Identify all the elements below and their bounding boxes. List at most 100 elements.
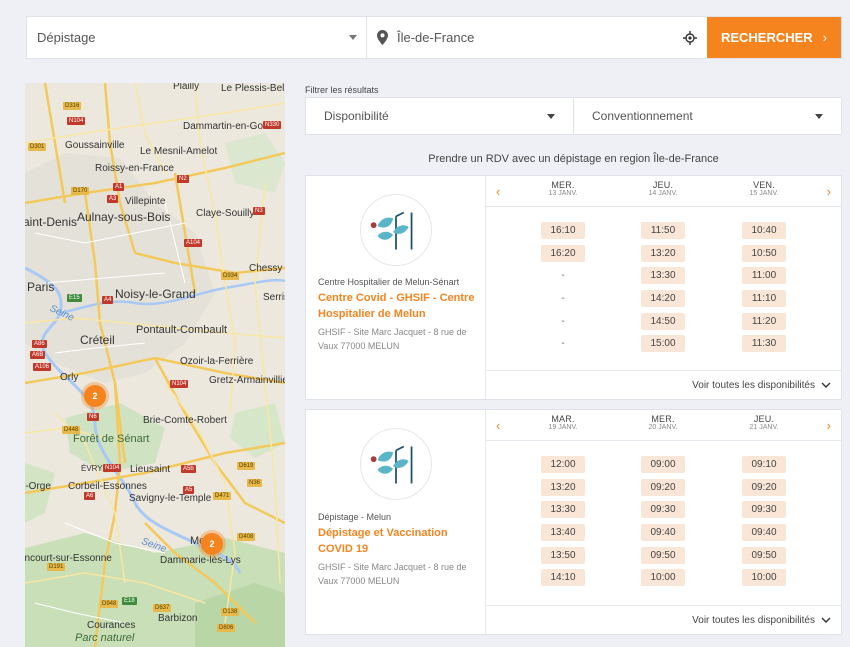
- time-slot[interactable]: 09:30: [742, 501, 786, 518]
- map-label: Corbeil-Essonnes: [68, 481, 147, 492]
- time-slot[interactable]: 13:40: [541, 524, 585, 541]
- location-input[interactable]: Île-de-France: [367, 17, 707, 58]
- map-cluster-marker[interactable]: 2: [84, 385, 106, 407]
- time-slot[interactable]: 10:50: [742, 245, 786, 262]
- road-shield: N104: [67, 117, 86, 125]
- road-shield: D301: [28, 143, 47, 151]
- road-shield: N104: [170, 380, 189, 388]
- search-button-label: RECHERCHER: [720, 30, 813, 45]
- map[interactable]: Plailly Le Plessis-Belleville Dammartin-…: [25, 83, 285, 647]
- day-column-header: MAR. 19 JANV.: [523, 414, 603, 431]
- road-shield: N6: [87, 413, 99, 421]
- card-info-column: Centre Hospitalier de Melun-Sénart Centr…: [306, 176, 486, 399]
- time-slot[interactable]: 09:20: [742, 479, 786, 496]
- time-slot[interactable]: 15:00: [641, 335, 685, 352]
- time-slot[interactable]: 12:00: [541, 456, 585, 473]
- see-all-availability[interactable]: Voir toutes les disponibilités: [486, 605, 841, 634]
- no-slot: -: [561, 338, 565, 349]
- road-shield: A4: [102, 296, 114, 304]
- time-slot[interactable]: 09:50: [641, 547, 685, 564]
- road-shield: E18: [122, 597, 137, 605]
- location-pin-icon: [377, 30, 388, 45]
- time-slot[interactable]: 11:00: [742, 267, 786, 284]
- map-label: Créteil: [80, 333, 115, 347]
- road-shield: A3: [107, 195, 119, 203]
- road-shield: N36: [247, 479, 263, 487]
- time-slot[interactable]: 09:50: [742, 547, 786, 564]
- chevron-left-icon[interactable]: ‹: [496, 184, 500, 199]
- time-slot[interactable]: 13:50: [541, 547, 585, 564]
- road-shield: D448: [62, 426, 81, 434]
- time-slot[interactable]: 09:10: [742, 456, 786, 473]
- time-slot[interactable]: 09:40: [742, 524, 786, 541]
- time-slot[interactable]: 10:40: [742, 222, 786, 239]
- day-date: 13 JANV.: [548, 190, 578, 197]
- days-header: ‹ MAR. 19 JANV. MER. 20 JANV. JEU. 21 JA…: [486, 410, 841, 441]
- time-slot[interactable]: 13:30: [641, 267, 685, 284]
- road-shield: N3: [253, 207, 265, 215]
- time-slot[interactable]: 14:10: [541, 569, 585, 586]
- time-slot[interactable]: 13:20: [641, 245, 685, 262]
- time-slot[interactable]: 16:20: [541, 245, 585, 262]
- road-shield: A104: [184, 239, 203, 247]
- clinic-logo-icon: [360, 428, 432, 500]
- card-name-link[interactable]: Centre Covid - GHSIF - Centre Hospitalie…: [318, 290, 475, 322]
- time-slot[interactable]: 10:00: [742, 569, 786, 586]
- convention-filter-label: Conventionnement: [592, 109, 693, 123]
- day-date: 14 JANV.: [648, 190, 678, 197]
- road-shield: A5b: [181, 465, 196, 473]
- day-name: MAR.: [551, 414, 575, 424]
- caret-down-icon: [547, 114, 555, 119]
- time-slot[interactable]: 09:00: [641, 456, 685, 473]
- see-all-label: Voir toutes les disponibilités: [692, 379, 815, 391]
- time-slot[interactable]: 09:30: [641, 501, 685, 518]
- time-slot[interactable]: 14:50: [641, 313, 685, 330]
- map-label: Ozoir-la-Ferrière: [180, 356, 254, 367]
- map-label: Courances: [87, 620, 136, 631]
- day-name: MER.: [651, 414, 675, 424]
- time-slot[interactable]: 14:20: [641, 290, 685, 307]
- card-availability: ‹ MER. 13 JANV. JEU. 14 JANV. VEN. 15 JA…: [486, 176, 841, 399]
- time-slot[interactable]: 09:40: [641, 524, 685, 541]
- day-name: JEU.: [652, 180, 674, 190]
- see-all-label: Voir toutes les disponibilités: [692, 614, 815, 626]
- location-value: Île-de-France: [397, 30, 475, 45]
- road-shield: D408: [237, 533, 256, 541]
- search-button[interactable]: RECHERCHER ›: [707, 17, 841, 58]
- map-cluster-marker[interactable]: 2: [201, 533, 223, 555]
- day-name: VEN.: [753, 180, 775, 190]
- time-slot[interactable]: 13:20: [541, 479, 585, 496]
- map-label: Roissy-en-France: [95, 163, 174, 174]
- time-slot[interactable]: 13:30: [541, 501, 585, 518]
- time-slot[interactable]: 10:00: [641, 569, 685, 586]
- see-all-availability[interactable]: Voir toutes les disponibilités: [486, 370, 841, 399]
- time-slot[interactable]: 11:10: [742, 290, 786, 307]
- card-type: Dépistage - Melun: [318, 512, 392, 522]
- time-slot[interactable]: 09:20: [641, 479, 685, 496]
- crosshair-icon[interactable]: [683, 31, 697, 45]
- chevron-left-icon[interactable]: ‹: [496, 418, 500, 433]
- map-label: ÉVRY: [81, 464, 103, 473]
- road-shield: D606: [217, 624, 236, 632]
- road-shield: D637: [153, 604, 172, 612]
- time-slot[interactable]: 11:50: [641, 222, 685, 239]
- map-label: Le Plessis-Belleville: [221, 83, 285, 94]
- chevron-right-icon[interactable]: ›: [827, 184, 831, 199]
- card-text: Dépistage - Melun Dépistage et Vaccinati…: [318, 512, 475, 588]
- card-name-link[interactable]: Dépistage et Vaccination COVID 19: [318, 525, 475, 557]
- specialty-select[interactable]: Dépistage: [27, 17, 367, 58]
- map-label: Aulnay-sous-Bois: [77, 210, 171, 224]
- chevron-right-icon: ›: [822, 30, 828, 45]
- result-card: Centre Hospitalier de Melun-Sénart Centr…: [305, 175, 842, 400]
- road-shield: A6B: [30, 351, 46, 359]
- map-label: Pontault-Combault: [136, 324, 228, 336]
- map-label: Villepinte: [125, 196, 166, 207]
- card-address: GHSIF - Site Marc Jacquet - 8 rue de Vau…: [318, 327, 467, 351]
- time-slot[interactable]: 11:30: [742, 335, 786, 352]
- map-label: aint-Denis: [25, 215, 78, 229]
- time-slot[interactable]: 11:20: [742, 313, 786, 330]
- time-slot[interactable]: 16:10: [541, 222, 585, 239]
- availability-filter[interactable]: Disponibilité: [306, 98, 573, 134]
- convention-filter[interactable]: Conventionnement: [573, 98, 841, 134]
- chevron-right-icon[interactable]: ›: [827, 418, 831, 433]
